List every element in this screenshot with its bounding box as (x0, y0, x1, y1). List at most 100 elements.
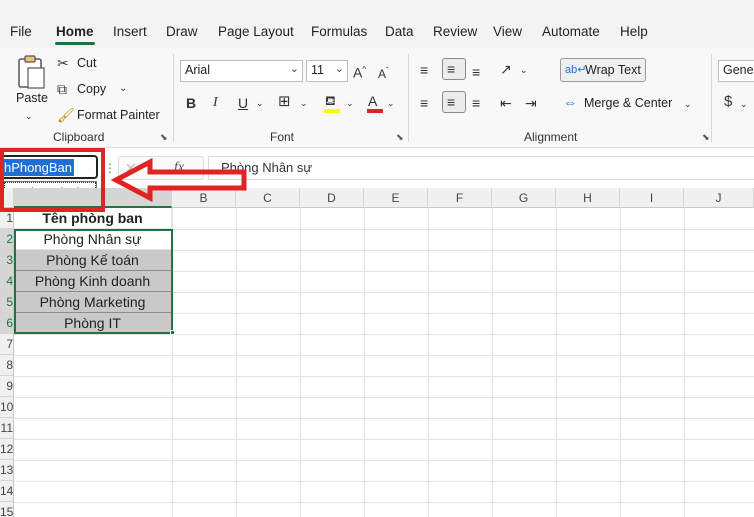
row-header-2[interactable]: 2 (0, 229, 14, 250)
column-header-d[interactable]: D (300, 188, 364, 208)
column-header-g[interactable]: G (492, 188, 556, 208)
column-header-h[interactable]: H (556, 188, 620, 208)
gridline (428, 208, 429, 517)
tab-file[interactable]: File (10, 24, 32, 39)
bold-button[interactable]: B (186, 95, 196, 111)
merge-center-icon[interactable]: ⇔ (563, 94, 577, 110)
gridline (14, 418, 754, 419)
scissors-icon[interactable]: ✂ (57, 55, 69, 71)
chevron-down-icon[interactable]: ⌄ (256, 95, 264, 111)
tab-automate[interactable]: Automate (542, 24, 600, 39)
row-header-14[interactable]: 14 (0, 481, 14, 502)
chevron-down-icon[interactable]: ⌄ (346, 95, 354, 111)
font-group-label: Font (270, 130, 295, 144)
align-top-icon[interactable]: ≡ (420, 62, 428, 78)
font-name-value: Arial (185, 63, 211, 77)
chevron-down-icon[interactable]: ⌄ (300, 95, 308, 111)
currency-button[interactable]: $ (724, 94, 732, 110)
wrap-text-icon: ab↵ (565, 64, 587, 76)
selection-border (14, 229, 173, 334)
borders-icon[interactable]: ⊞ (278, 94, 291, 110)
gridline (620, 208, 621, 517)
row-header-4[interactable]: 4 (0, 271, 14, 292)
align-bottom-icon[interactable]: ≡ (472, 64, 480, 80)
tab-data[interactable]: Data (385, 24, 414, 39)
row-header-13[interactable]: 13 (0, 460, 14, 481)
fill-color-button[interactable]: ⛾ (322, 93, 344, 113)
gridline (14, 397, 754, 398)
column-header-e[interactable]: E (364, 188, 428, 208)
row-header-11[interactable]: 11 (0, 418, 14, 439)
column-header-j[interactable]: J (684, 188, 754, 208)
format-painter-button[interactable]: Format Painter (77, 108, 160, 122)
font-color-swatch (367, 109, 383, 113)
decrease-font-size-icon[interactable]: Aˇ (378, 63, 389, 82)
tab-formulas[interactable]: Formulas (311, 24, 367, 39)
row-header-7[interactable]: 7 (0, 334, 14, 355)
chevron-down-icon[interactable]: ⌄ (684, 96, 692, 112)
column-header-i[interactable]: I (620, 188, 684, 208)
wrap-text-button[interactable]: ab↵ Wrap Text (560, 58, 646, 82)
chevron-down-icon[interactable]: ⌄ (25, 108, 33, 124)
formula-input[interactable]: Phòng Nhân sự (208, 156, 754, 180)
font-size-select[interactable]: 11 ⌄ (306, 60, 348, 82)
row-header-5[interactable]: 5 (0, 292, 14, 313)
cut-button[interactable]: Cut (77, 56, 96, 70)
tab-draw[interactable]: Draw (166, 24, 198, 39)
gridline (684, 208, 685, 517)
column-header-f[interactable]: F (428, 188, 492, 208)
row-header-15[interactable]: 15 (0, 502, 14, 517)
group-separator (173, 54, 174, 142)
group-separator (711, 54, 712, 142)
align-center-button[interactable]: ≡ (442, 91, 466, 113)
chevron-down-icon[interactable]: ⌄ (520, 62, 528, 78)
row-header-6[interactable]: 6 (0, 313, 14, 334)
row-header-12[interactable]: 12 (0, 439, 14, 460)
row-header-8[interactable]: 8 (0, 355, 14, 376)
chevron-down-icon[interactable]: ⌄ (387, 95, 395, 111)
number-format-value: Genera (723, 63, 754, 77)
copy-button[interactable]: Copy (77, 82, 106, 96)
row-header-9[interactable]: 9 (0, 376, 14, 397)
underline-button[interactable]: U (238, 95, 248, 111)
font-color-button[interactable]: A (365, 93, 385, 113)
align-middle-button[interactable]: ≡ (442, 58, 466, 80)
gridline (14, 481, 754, 482)
active-tab-indicator (55, 42, 95, 45)
paste-icon (18, 55, 45, 89)
increase-indent-icon[interactable]: ⇥ (525, 95, 537, 111)
chevron-down-icon: ⌄ (334, 63, 344, 75)
dialog-launcher-icon[interactable]: ⬊ (160, 132, 168, 143)
align-left-icon[interactable]: ≡ (420, 95, 428, 111)
row-header-3[interactable]: 3 (0, 250, 14, 271)
paste-label[interactable]: Paste (16, 91, 48, 105)
number-format-select[interactable]: Genera (718, 60, 754, 82)
increase-font-size-icon[interactable]: A^ (353, 62, 366, 81)
copy-icon[interactable]: ⧉ (57, 81, 67, 97)
format-painter-icon[interactable]: 🖌 (57, 107, 75, 123)
red-arrow-icon (110, 158, 247, 202)
italic-button[interactable]: I (213, 95, 218, 111)
font-color-icon: A (368, 93, 378, 109)
gridline (300, 208, 301, 517)
tab-home[interactable]: Home (56, 24, 94, 39)
tab-insert[interactable]: Insert (113, 24, 147, 39)
chevron-down-icon[interactable]: ⌄ (119, 81, 127, 97)
align-right-icon[interactable]: ≡ (472, 95, 480, 111)
row-header-10[interactable]: 10 (0, 397, 14, 418)
chevron-down-icon[interactable]: ⌄ (740, 96, 748, 112)
tab-review[interactable]: Review (433, 24, 477, 39)
tab-help[interactable]: Help (620, 24, 648, 39)
decrease-indent-icon[interactable]: ⇤ (500, 95, 512, 111)
dialog-launcher-icon[interactable]: ⬊ (396, 132, 404, 143)
orientation-icon[interactable]: ↗ (500, 61, 512, 77)
font-name-select[interactable]: Arial ⌄ (180, 60, 303, 82)
clipboard-group-label: Clipboard (53, 130, 105, 144)
tab-view[interactable]: View (493, 24, 522, 39)
fill-handle[interactable] (170, 330, 175, 335)
dialog-launcher-icon[interactable]: ⬊ (702, 132, 710, 143)
gridline (14, 439, 754, 440)
merge-center-button[interactable]: Merge & Center (584, 96, 672, 110)
tab-page-layout[interactable]: Page Layout (218, 24, 294, 39)
gridline (14, 502, 754, 503)
